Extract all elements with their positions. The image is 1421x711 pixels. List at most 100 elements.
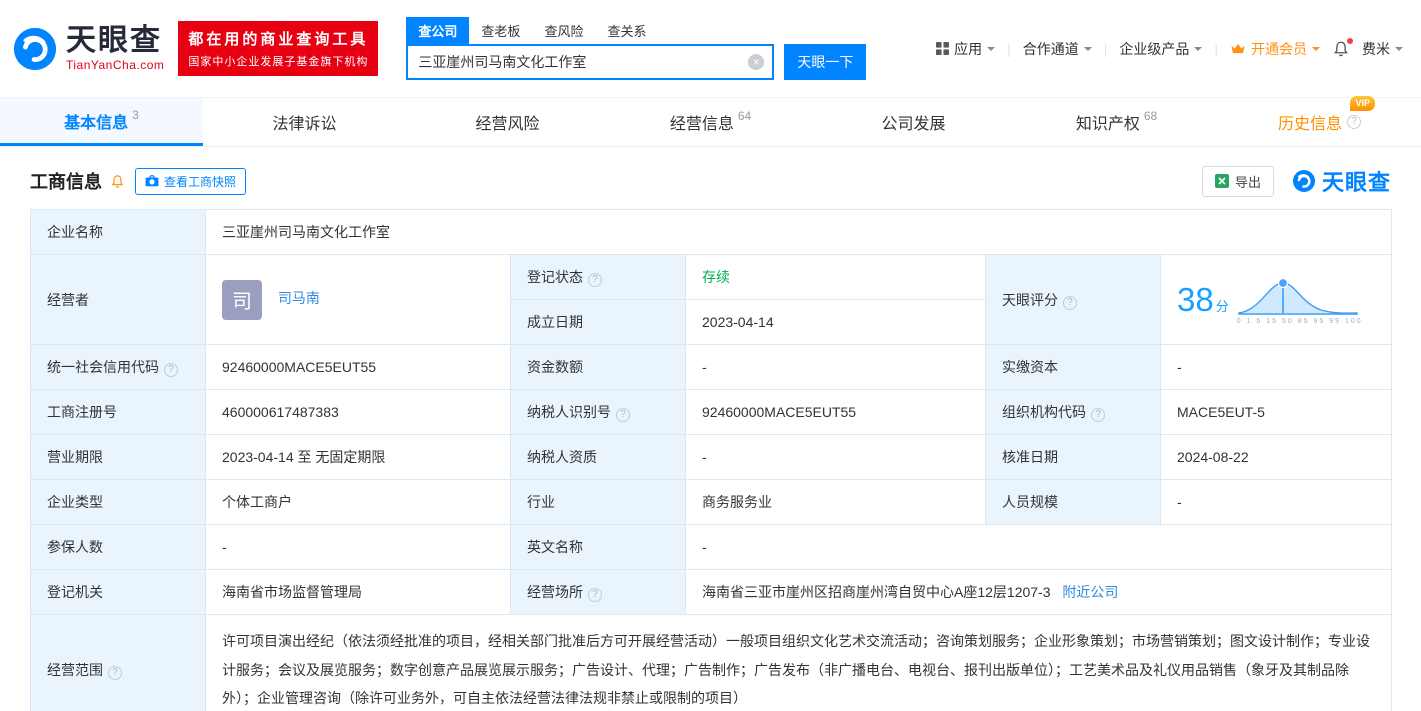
approval-date-value: 2024-08-22 <box>1159 434 1393 480</box>
table-row: 经营者 司 司马南 登记状态 存续 天眼评分 38分 <box>30 254 1393 345</box>
nav-enterprise-products[interactable]: 企业级产品 <box>1119 39 1203 59</box>
table-row: 企业类型 个体工商户 行业 商务服务业 人员规模 - <box>30 479 1393 525</box>
chevron-down-icon <box>987 46 996 55</box>
nav-divider: | <box>1214 40 1218 57</box>
help-icon[interactable] <box>588 273 602 287</box>
table-row: 工商注册号 460000617487383 纳税人识别号 92460000MAC… <box>30 389 1393 435</box>
tianyancha-logo-icon <box>13 27 57 70</box>
help-icon[interactable] <box>1091 408 1105 422</box>
nav-apps[interactable]: 应用 <box>936 39 996 59</box>
search-button[interactable]: 天眼一下 <box>784 44 867 80</box>
operator-link[interactable]: 司马南 <box>278 290 320 306</box>
brand-domain: TianYanCha.com <box>66 58 165 73</box>
registration-authority-value: 海南省市场监督管理局 <box>205 569 511 615</box>
score-distribution-chart: 0 1 5 15 50 85 95 99 100 <box>1237 275 1363 325</box>
brand-name: 天眼查 <box>66 23 162 57</box>
chevron-down-icon <box>1194 46 1203 55</box>
credit-code-value: 92460000MACE5EUT55 <box>205 344 511 390</box>
help-icon[interactable] <box>1063 295 1077 310</box>
tab-legal-proceedings[interactable]: 法律诉讼 <box>203 98 406 146</box>
crown-icon <box>1231 43 1245 54</box>
field-label-business-address: 经营场所 <box>510 569 686 615</box>
field-label-taxpayer-id: 纳税人识别号 <box>510 389 686 435</box>
tab-label: 法律诉讼 <box>272 116 337 133</box>
nav-user-menu[interactable]: 费米 <box>1362 39 1403 59</box>
tianyancha-watermark: 天眼查 <box>1292 165 1391 197</box>
slogan-badge: 都在用的商业查询工具 国家中小企业发展子基金旗下机构 <box>178 21 379 76</box>
field-label-insured-count: 参保人数 <box>30 524 206 570</box>
search-tab-risk[interactable]: 查风险 <box>532 17 595 44</box>
tianyan-score-cell: 38 分 0 1 5 15 50 85 95 99 100 <box>1159 254 1393 345</box>
field-label-approval-date: 核准日期 <box>985 434 1161 480</box>
registration-number-value: 460000617487383 <box>205 389 511 435</box>
table-row: 统一社会信用代码 92460000MACE5EUT55 资金数额 - 实缴资本 … <box>30 344 1393 390</box>
taxpayer-id-value: 92460000MACE5EUT55 <box>685 389 986 435</box>
field-label-business-term: 营业期限 <box>30 434 206 480</box>
score-unit: 分 <box>1215 298 1229 314</box>
english-name-value: - <box>684 524 1393 570</box>
table-row: 营业期限 2023-04-14 至 无固定期限 纳税人资质 - 核准日期 202… <box>30 434 1393 480</box>
company-detail-tabs: 基本信息 3 法律诉讼 经营风险 经营信息 64 公司发展 知识产权 68 历史… <box>0 96 1421 147</box>
tab-company-development[interactable]: 公司发展 <box>812 98 1015 146</box>
nav-divider: | <box>1103 40 1108 57</box>
business-address-cell: 海南省三亚市崖州区招商崖州湾自贸中心A座12层1207-3 附近公司 <box>684 569 1393 615</box>
search-tab-relation[interactable]: 查关系 <box>595 17 658 44</box>
field-label-company-type: 企业类型 <box>30 479 206 525</box>
export-button[interactable]: 导出 <box>1201 165 1274 197</box>
field-label-english-name: 英文名称 <box>510 524 686 570</box>
username: 费米 <box>1362 40 1390 57</box>
tab-basic-info[interactable]: 基本信息 3 <box>0 98 203 146</box>
paid-in-capital-value: - <box>1159 344 1393 390</box>
tab-label: 历史信息 <box>1277 116 1342 133</box>
org-code-value: MACE5EUT-5 <box>1159 389 1393 435</box>
tab-label: 公司发展 <box>881 116 946 133</box>
search-tab-company[interactable]: 查公司 <box>406 17 470 44</box>
subscribe-bell-icon[interactable] <box>110 174 125 189</box>
top-nav: 应用 | 合作通道 | 企业级产品 | 开通会员 费米 <box>936 37 1403 59</box>
view-snapshot-button[interactable]: 查看工商快照 <box>135 167 247 195</box>
chevron-down-icon <box>1312 46 1320 55</box>
nav-open-vip[interactable]: 开通会员 <box>1230 39 1320 59</box>
search-tab-boss[interactable]: 查老板 <box>469 17 532 44</box>
field-label-taxpayer-qualification: 纳税人资质 <box>510 434 686 480</box>
tab-count: 68 <box>1143 109 1158 123</box>
notification-bell[interactable] <box>1332 37 1353 58</box>
nearby-companies-link[interactable]: 附近公司 <box>1062 584 1118 600</box>
score-curve <box>1238 277 1358 315</box>
business-term-value: 2023-04-14 至 无固定期限 <box>205 434 511 480</box>
tab-business-info[interactable]: 经营信息 64 <box>609 98 812 146</box>
tab-operation-risk[interactable]: 经营风险 <box>406 98 609 146</box>
table-row: 经营范围 许可项目演出经纪（依法须经批准的项目，经相关部门批准后方可开展经营活动… <box>30 613 1393 711</box>
tianyancha-logo[interactable]: 天眼查 TianYanCha.com <box>12 23 165 73</box>
tab-count: 64 <box>737 109 752 123</box>
field-label-industry: 行业 <box>510 479 686 525</box>
score-axis-labels: 0 1 5 15 50 85 95 99 100 <box>1236 317 1363 325</box>
notification-dot <box>1347 37 1353 44</box>
tab-intellectual-property[interactable]: 知识产权 68 <box>1015 98 1218 146</box>
field-label-credit-code: 统一社会信用代码 <box>30 344 206 390</box>
help-icon[interactable] <box>108 666 122 681</box>
tab-history-info[interactable]: 历史信息 VIP <box>1218 96 1421 146</box>
help-icon[interactable] <box>616 408 630 422</box>
registration-status-value: 存续 <box>685 254 986 300</box>
business-address-value: 海南省三亚市崖州区招商崖州湾自贸中心A座12层1207-3 <box>702 584 1051 600</box>
field-label-operator: 经营者 <box>30 254 206 345</box>
field-label-tianyan-score: 天眼评分 <box>985 254 1161 345</box>
field-label-capital: 资金数额 <box>510 344 686 390</box>
search-input[interactable] <box>406 44 775 80</box>
nav-enterprise-label: 企业级产品 <box>1119 40 1190 57</box>
help-icon[interactable] <box>1347 115 1361 129</box>
nav-cooperation[interactable]: 合作通道 <box>1023 39 1092 59</box>
help-icon[interactable] <box>164 363 178 377</box>
table-row: 参保人数 - 英文名称 - <box>30 524 1393 570</box>
help-icon[interactable] <box>588 588 602 602</box>
business-scope-value: 许可项目演出经纪（依法须经批准的项目，经相关部门批准后方可开展经营活动）一般项目… <box>204 613 1393 711</box>
view-snapshot-label: 查看工商快照 <box>164 174 237 189</box>
company-type-value: 个体工商户 <box>205 479 511 525</box>
capital-value: - <box>685 344 986 390</box>
operator-avatar[interactable]: 司 <box>222 279 262 320</box>
field-label-registration-number: 工商注册号 <box>30 389 206 435</box>
industry-value: 商务服务业 <box>685 479 986 525</box>
nav-vip-label: 开通会员 <box>1251 40 1307 57</box>
tab-label: 经营信息 <box>669 116 734 133</box>
